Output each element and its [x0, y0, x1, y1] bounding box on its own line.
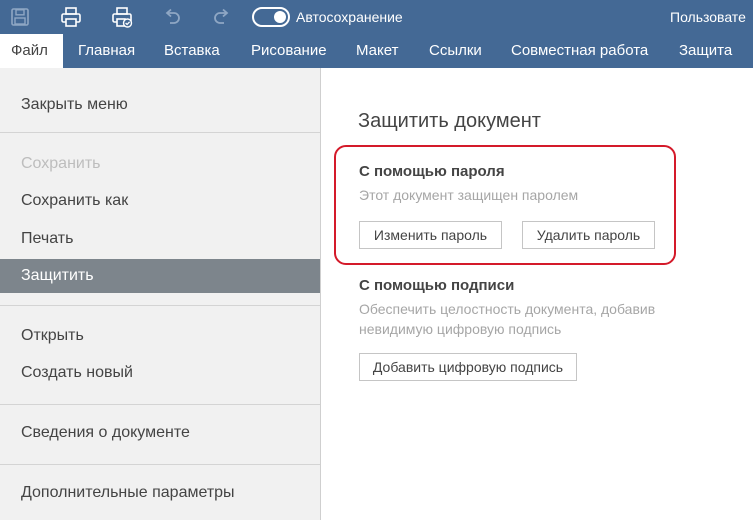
file-menu-sidebar: Закрыть меню Сохранить Сохранить как Печ… — [0, 68, 321, 520]
advanced-settings-item[interactable]: Дополнительные параметры — [0, 476, 320, 510]
create-new-item[interactable]: Создать новый — [0, 356, 320, 390]
undo-icon[interactable] — [160, 5, 184, 29]
tab-bar: Файл Главная Вставка Рисование Макет Ссы… — [0, 34, 753, 68]
divider — [0, 305, 320, 306]
tab-protection[interactable]: Защита — [679, 34, 732, 68]
page-title: Защитить документ — [358, 110, 541, 132]
close-menu-item[interactable]: Закрыть меню — [0, 88, 320, 122]
divider — [0, 464, 320, 465]
redo-icon[interactable] — [210, 5, 234, 29]
divider — [0, 404, 320, 405]
divider — [0, 132, 320, 133]
add-signature-button[interactable]: Добавить цифровую подпись — [359, 353, 577, 381]
title-bar: Автосохранение Пользовате — [0, 0, 753, 34]
tab-insert[interactable]: Вставка — [164, 34, 220, 68]
protect-item[interactable]: Защитить — [0, 259, 320, 293]
save-icon[interactable] — [8, 5, 32, 29]
open-item[interactable]: Открыть — [0, 319, 320, 353]
save-as-item[interactable]: Сохранить как — [0, 184, 320, 218]
toggle-knob — [274, 11, 286, 23]
tab-draw[interactable]: Рисование — [251, 34, 327, 68]
signature-section-title: С помощью подписи — [359, 277, 515, 294]
signature-section-description-line2: невидимую цифровую подпись — [359, 321, 562, 337]
save-item: Сохранить — [21, 155, 101, 172]
quick-print-icon[interactable] — [110, 5, 134, 29]
document-info-item[interactable]: Сведения о документе — [0, 416, 320, 450]
tab-home[interactable]: Главная — [78, 34, 135, 68]
tab-layout[interactable]: Макет — [356, 34, 398, 68]
autosave-label: Автосохранение — [296, 9, 403, 25]
tab-file[interactable]: Файл — [0, 34, 63, 68]
tab-collaboration[interactable]: Совместная работа — [511, 34, 648, 68]
user-name[interactable]: Пользовате — [670, 9, 746, 25]
highlight-annotation — [334, 145, 676, 265]
print-item[interactable]: Печать — [0, 222, 320, 256]
signature-section-description-line1: Обеспечить целостность документа, добави… — [359, 301, 656, 317]
print-icon[interactable] — [59, 5, 83, 29]
autosave-toggle[interactable] — [252, 7, 290, 27]
tab-references[interactable]: Ссылки — [429, 34, 482, 68]
